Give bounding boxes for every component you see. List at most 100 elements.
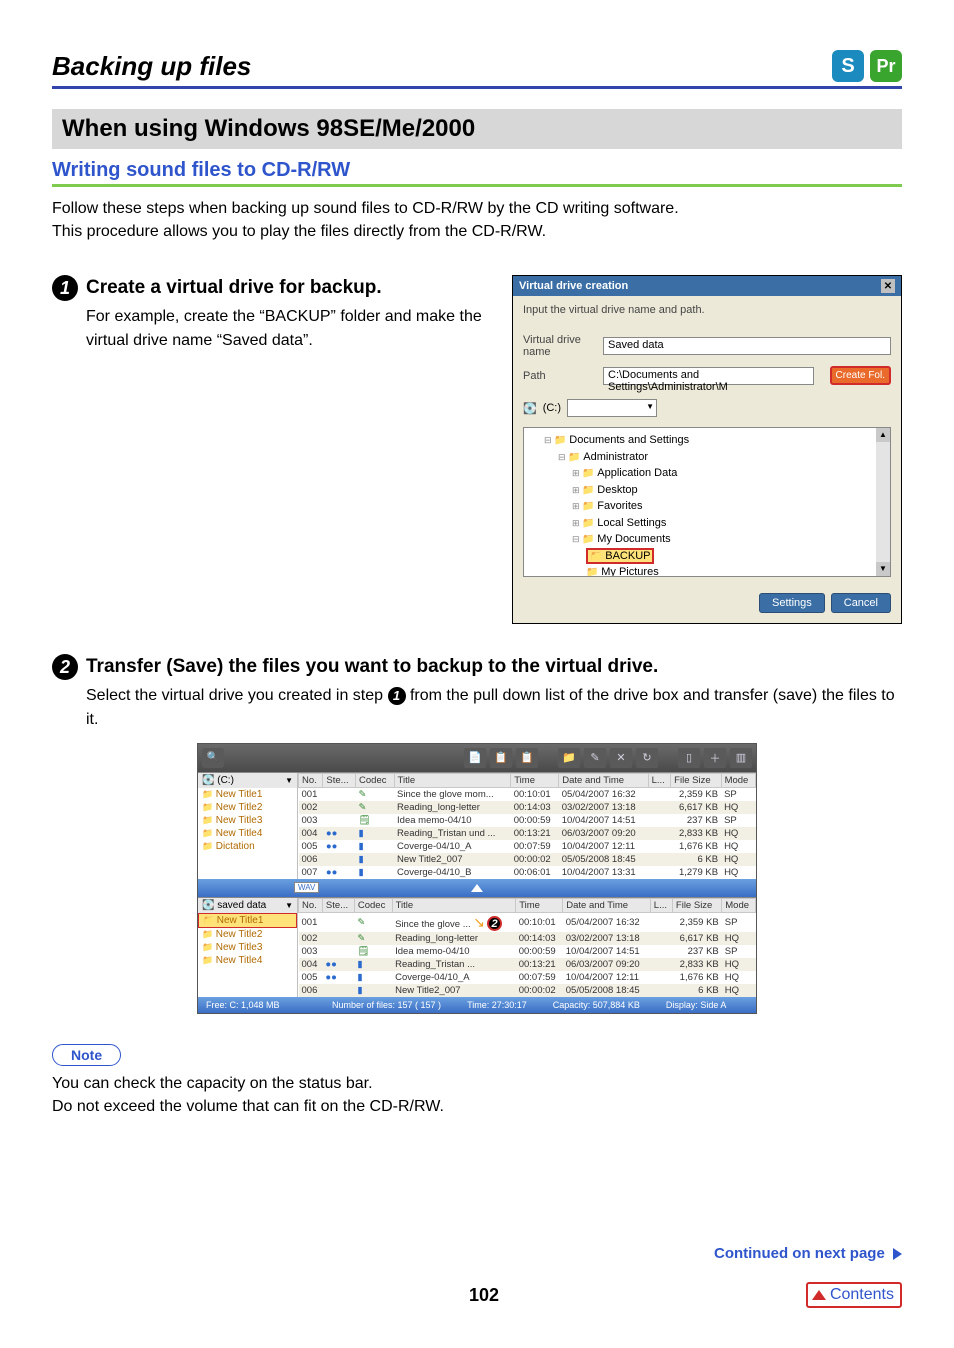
tree-item[interactable]: My Pictures [586,566,659,577]
sidebar-item[interactable]: New Title4 [198,954,297,967]
callout-badge-2: 2 [487,916,502,931]
column-header[interactable]: Date and Time [563,898,651,912]
tree-item[interactable]: Desktop [582,484,638,496]
continued-next: Continued on next page [52,1245,902,1262]
contents-button[interactable]: Contents [806,1282,902,1308]
column-header[interactable]: No. [299,773,323,787]
table-row[interactable]: 005●●▮Coverge-04/10_A00:07:5910/04/2007 … [299,971,756,984]
column-header[interactable]: File Size [672,898,721,912]
toolbar-btn[interactable]: ✕ [610,748,632,768]
wav-tag: WAV [294,882,319,893]
note-line2: Do not exceed the volume that can fit on… [52,1098,444,1115]
step2-body: Select the virtual drive you created in … [86,684,902,730]
intro-text: Follow these steps when backing up sound… [52,197,902,243]
tree-scrollbar[interactable]: ▲▼ [876,428,890,576]
sidebar-item[interactable]: Dictation [198,840,297,853]
step-number-2: 2 [52,654,78,680]
page-number: 102 [162,1285,806,1306]
step2-title: Transfer (Save) the files you want to ba… [86,656,658,678]
s-icon: S [832,50,864,82]
table-row[interactable]: 001✎Since the glove mom...00:10:0105/04/… [299,787,756,801]
section-heading: When using Windows 98SE/Me/2000 [52,109,902,149]
drive-selector-top[interactable]: 💽 (C:)▼ [198,773,297,788]
table-row[interactable]: 003🗒Idea memo-04/1000:00:5910/04/2007 14… [299,814,756,827]
sidebar-item[interactable]: New Title2 [198,801,297,814]
sidebar-item[interactable]: New Title4 [198,827,297,840]
folder-tree[interactable]: Documents and Settings Administrator App… [523,427,891,577]
note-label: Note [52,1044,121,1066]
header-icons: S Pr [832,50,902,82]
close-icon[interactable]: ✕ [881,279,895,293]
tree-item[interactable]: Local Settings [582,517,666,529]
table-row[interactable]: 004●●▮Reading_Tristan und ...00:13:2106/… [299,827,756,840]
tree-item-selected[interactable]: BACKUP [586,548,654,564]
column-header[interactable]: Codec [356,773,395,787]
table-row[interactable]: 002✎Reading_long-letter00:14:0303/02/200… [299,801,756,814]
tree-item[interactable]: Documents and Settings [554,434,689,446]
table-row[interactable]: 007●●▮Coverge-04/10_B00:06:0110/04/2007 … [299,866,756,879]
dialog-titlebar: Virtual drive creation ✕ [513,276,901,296]
table-row[interactable]: 001✎Since the glove ... ↘200:10:0105/04/… [299,912,756,932]
drive-selector-bottom[interactable]: 💽 saved data▼ [198,898,297,913]
dialog-title: Virtual drive creation [519,280,628,292]
toolbar-btn[interactable]: 📋 [516,748,538,768]
toolbar-btn[interactable]: 📁 [558,748,580,768]
step1-body: For example, create the “BACKUP” folder … [86,305,488,351]
table-row[interactable]: 006▮New Title2_00700:00:0205/05/2008 18:… [299,984,756,997]
sidebar-item[interactable]: New Title1 [198,788,297,801]
toolbar-btn[interactable]: ▯ [678,748,700,768]
toolbar-btn[interactable]: 📄 [464,748,486,768]
toolbar-btn[interactable]: ＋ [704,748,726,768]
table-row[interactable]: 004●●▮Reading_Tristan ...00:13:2106/03/2… [299,958,756,971]
tree-item[interactable]: Administrator [568,451,648,463]
create-folder-button[interactable]: Create Fol. [830,366,891,385]
tree-item[interactable]: My Documents [582,533,671,545]
tree-item[interactable]: Application Data [582,467,677,479]
drive-icon: 💽 [523,402,537,415]
toolbar-btn[interactable]: ✎ [584,748,606,768]
table-row[interactable]: 005●●▮Coverge-04/10_A00:07:5910/04/2007 … [299,840,756,853]
column-header[interactable]: Mode [722,898,756,912]
column-header[interactable]: L... [650,898,672,912]
column-header[interactable]: Ste... [323,773,356,787]
toolbar-btn[interactable]: 📋 [490,748,512,768]
drive-dropdown[interactable] [567,399,657,417]
column-header[interactable]: Ste... [322,898,354,912]
sidebar-item[interactable]: New Title3 [198,814,297,827]
sidebar-item[interactable]: New Title3 [198,941,297,954]
column-header[interactable]: Title [394,773,511,787]
column-header[interactable]: Time [516,898,563,912]
column-header[interactable]: L... [648,773,671,787]
intro-line2: This procedure allows you to play the fi… [52,223,546,240]
column-header[interactable]: File Size [671,773,721,787]
table-row[interactable]: 002✎Reading_long-letter00:14:0303/02/200… [299,932,756,945]
chevron-right-icon [893,1248,902,1260]
vd-name-input[interactable]: Saved data [603,337,891,355]
pane-divider[interactable]: WAV [198,879,756,897]
vd-path-input[interactable]: C:\Documents and Settings\Administrator\… [603,367,814,385]
sidebar-item[interactable]: New Title2 [198,928,297,941]
file-table-top[interactable]: No.Ste...CodecTitleTimeDate and TimeL...… [298,773,756,879]
settings-button[interactable]: Settings [759,593,825,613]
column-header[interactable]: Title [392,898,516,912]
cancel-button[interactable]: Cancel [831,593,891,613]
inline-step-ref: 1 [388,687,406,705]
drive-selector-label: (C:) [217,775,234,786]
toolbar-btn[interactable]: ▥ [730,748,752,768]
table-row[interactable]: 003🗒Idea memo-04/1000:00:5910/04/2007 14… [299,945,756,958]
column-header[interactable]: Date and Time [559,773,648,787]
column-header[interactable]: Codec [354,898,392,912]
note-block: Note You can check the capacity on the s… [52,1044,902,1118]
intro-line1: Follow these steps when backing up sound… [52,200,679,217]
bottom-sidebar: 💽 saved data▼ New Title1New Title2New Ti… [198,898,298,998]
column-header[interactable]: Mode [721,773,755,787]
table-row[interactable]: 006▮New Title2_00700:00:0205/05/2008 18:… [299,853,756,866]
tree-item[interactable]: Favorites [582,500,642,512]
sidebar-item[interactable]: New Title1 [198,913,297,928]
arrow-up-icon [471,884,483,892]
column-header[interactable]: No. [299,898,323,912]
file-table-bottom[interactable]: No.Ste...CodecTitleTimeDate and TimeL...… [298,898,756,998]
toolbar-btn[interactable]: ↻ [636,748,658,768]
search-icon[interactable]: 🔍 [202,748,224,768]
column-header[interactable]: Time [511,773,559,787]
